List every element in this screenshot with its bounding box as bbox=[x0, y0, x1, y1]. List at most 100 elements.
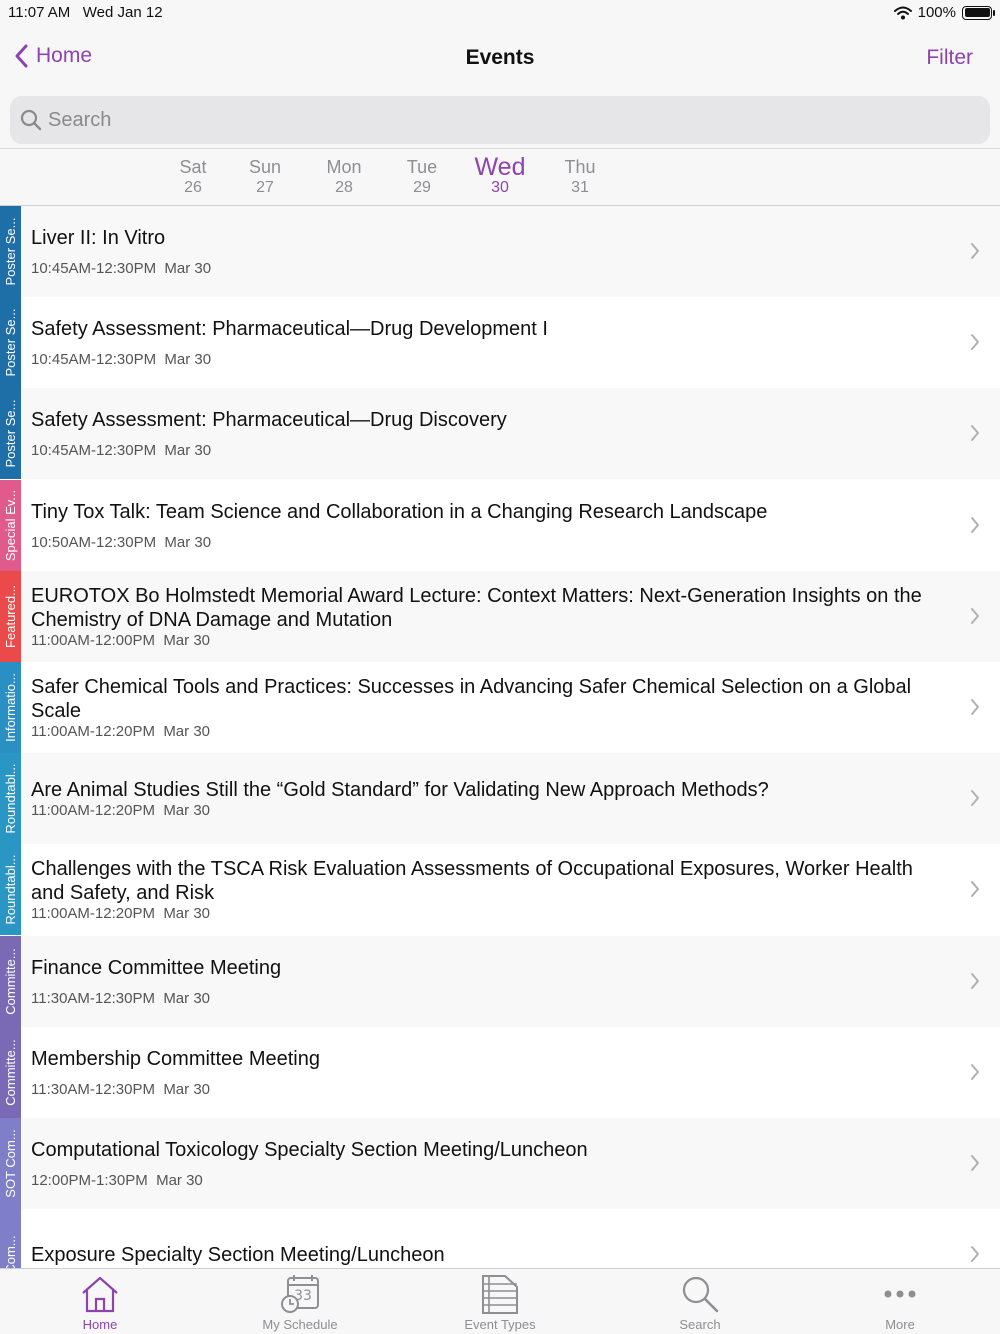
event-date: Mar 30 bbox=[163, 990, 210, 1007]
search-icon bbox=[682, 1276, 719, 1313]
search-field[interactable] bbox=[10, 96, 990, 144]
category-label: Com... bbox=[3, 1235, 18, 1268]
day-sat[interactable]: Sat 26 bbox=[158, 155, 228, 197]
event-time: 11:00AM-12:20PM bbox=[31, 802, 155, 819]
category-strip: Poster Se... bbox=[0, 297, 21, 388]
category-strip: Roundtabl... bbox=[0, 753, 21, 844]
tab-search[interactable]: Search bbox=[600, 1269, 800, 1334]
chevron-right-icon bbox=[971, 973, 979, 989]
category-strip: Informatio... bbox=[0, 662, 21, 753]
chevron-right-icon bbox=[971, 334, 979, 350]
event-time-date: 10:45AM-12:30PM Mar 30 bbox=[31, 442, 931, 459]
tab-event-types[interactable]: Event Types bbox=[400, 1269, 600, 1334]
tab-more[interactable]: More bbox=[800, 1269, 1000, 1334]
day-selector: Sat 26 Sun 27 Mon 28 Tue 29 Wed 30 Thu 31 bbox=[0, 148, 1000, 206]
status-time: 11:07 AM bbox=[8, 4, 71, 21]
tab-label: Event Types bbox=[464, 1317, 536, 1332]
event-time-date: 11:30AM-12:30PM Mar 30 bbox=[31, 1081, 931, 1098]
category-label: SOT Com... bbox=[3, 1129, 18, 1198]
day-number: 27 bbox=[256, 179, 274, 196]
chevron-right-icon bbox=[971, 243, 979, 259]
event-row[interactable]: Poster Se... Safety Assessment: Pharmaceu… bbox=[0, 297, 1000, 388]
category-label: Featured... bbox=[3, 585, 18, 648]
tab-my-schedule[interactable]: 33 My Schedule bbox=[200, 1269, 400, 1334]
event-row[interactable]: Featured... EUROTOX Bo Holmstedt Memorial… bbox=[0, 571, 1000, 662]
day-number: 29 bbox=[413, 179, 431, 196]
event-time: 11:00AM-12:00PM bbox=[31, 632, 155, 649]
day-sun[interactable]: Sun 27 bbox=[230, 155, 300, 197]
event-row[interactable]: Roundtabl... Are Animal Studies Still the… bbox=[0, 753, 1000, 844]
chevron-right-icon bbox=[971, 608, 979, 624]
battery-icon bbox=[962, 5, 995, 20]
event-content: Tiny Tox Talk: Team Science and Collabor… bbox=[31, 480, 931, 571]
chevron-right-icon bbox=[971, 517, 979, 533]
event-title: Tiny Tox Talk: Team Science and Collabor… bbox=[31, 501, 768, 523]
category-strip: Featured... bbox=[0, 571, 21, 662]
event-row[interactable]: SOT Com... Computational Toxicology Speci… bbox=[0, 1118, 1000, 1209]
event-content: Liver II: In Vitro 10:45AM-12:30PM Mar 30 bbox=[31, 206, 931, 297]
calendar-clock-icon: 33 bbox=[281, 1275, 319, 1313]
event-row[interactable]: Special Ev... Tiny Tox Talk: Team Science… bbox=[0, 480, 1000, 571]
event-content: Safer Chemical Tools and Practices: Succ… bbox=[31, 662, 931, 753]
event-time: 11:00AM-12:20PM bbox=[31, 723, 155, 740]
event-title: Challenges with the TSCA Risk Evaluation… bbox=[31, 858, 913, 904]
list-icon bbox=[482, 1275, 518, 1314]
event-row[interactable]: Informatio... Safer Chemical Tools and Pr… bbox=[0, 662, 1000, 753]
day-thu[interactable]: Thu 31 bbox=[545, 155, 615, 197]
event-time-date: 10:45AM-12:30PM Mar 30 bbox=[31, 351, 931, 368]
event-time: 10:45AM-12:30PM bbox=[31, 351, 157, 368]
event-time-date: 10:45AM-12:30PM Mar 30 bbox=[31, 260, 931, 277]
tab-label: Search bbox=[679, 1317, 721, 1332]
tab-bar: Home 33 My Schedule Event Types Search More bbox=[0, 1268, 1000, 1334]
category-label: Committe... bbox=[3, 948, 18, 1015]
home-icon bbox=[82, 1276, 118, 1313]
day-number: 30 bbox=[491, 179, 509, 196]
event-title: Computational Toxicology Specialty Secti… bbox=[31, 1139, 588, 1161]
event-time: 11:30AM-12:30PM bbox=[31, 990, 155, 1007]
event-row[interactable]: Poster Se... Liver II: In Vitro 10:45AM-12… bbox=[0, 206, 1000, 297]
category-strip: Special Ev... bbox=[0, 480, 21, 571]
day-name: Mon bbox=[326, 157, 362, 177]
event-date: Mar 30 bbox=[164, 442, 212, 459]
chevron-right-icon bbox=[971, 1064, 979, 1080]
chevron-right-icon bbox=[971, 425, 979, 441]
event-title: Are Animal Studies Still the “Gold Stand… bbox=[31, 779, 769, 801]
category-label: Informatio... bbox=[3, 673, 18, 742]
search-icon bbox=[20, 109, 42, 131]
event-row[interactable]: Roundtabl... Challenges with the TSCA Ris… bbox=[0, 844, 1000, 935]
event-content: Safety Assessment: Pharmaceutical—Drug D… bbox=[31, 297, 931, 388]
event-time-date: 11:00AM-12:20PM Mar 30 bbox=[31, 905, 931, 922]
event-row[interactable]: Committe... Finance Committee Meeting 11:3… bbox=[0, 936, 1000, 1027]
event-row[interactable]: Committe... Membership Committee Meeting 1… bbox=[0, 1027, 1000, 1118]
event-time-date: 10:50AM-12:30PM Mar 30 bbox=[31, 534, 931, 551]
category-strip: Poster Se... bbox=[0, 206, 21, 297]
event-list[interactable]: Poster Se... Liver II: In Vitro 10:45AM-12… bbox=[0, 206, 1000, 1268]
day-tue[interactable]: Tue 29 bbox=[387, 155, 457, 197]
tab-home[interactable]: Home bbox=[0, 1269, 200, 1334]
day-mon[interactable]: Mon 28 bbox=[309, 155, 379, 197]
day-wed[interactable]: Wed 30 bbox=[465, 155, 535, 197]
event-title: Safety Assessment: Pharmaceutical—Drug D… bbox=[31, 318, 548, 340]
search-input[interactable] bbox=[48, 108, 948, 132]
category-strip: Committe... bbox=[0, 1027, 21, 1118]
tab-label: Home bbox=[82, 1317, 118, 1332]
event-time: 11:00AM-12:20PM bbox=[31, 905, 155, 922]
chevron-right-icon bbox=[971, 1155, 979, 1171]
category-label: Committe... bbox=[3, 1039, 18, 1106]
event-date: Mar 30 bbox=[164, 534, 212, 551]
event-title: Membership Committee Meeting bbox=[31, 1048, 320, 1070]
event-time-date: 12:00PM-1:30PM Mar 30 bbox=[31, 1172, 931, 1189]
event-title: Finance Committee Meeting bbox=[31, 957, 282, 979]
event-date: Mar 30 bbox=[164, 351, 212, 368]
battery-percent: 100% bbox=[917, 4, 956, 21]
event-row[interactable]: Poster Se... Safety Assessment: Pharmaceu… bbox=[0, 388, 1000, 479]
event-date: Mar 30 bbox=[163, 723, 210, 740]
event-date: Mar 30 bbox=[156, 1172, 203, 1189]
chevron-right-icon bbox=[971, 699, 979, 715]
category-label: Roundtabl... bbox=[3, 763, 18, 834]
event-time: 10:50AM-12:30PM bbox=[31, 534, 157, 551]
day-name: Sat bbox=[179, 157, 207, 177]
event-content: Exposure Specialty Section Meeting/Lunch… bbox=[31, 1209, 931, 1268]
filter-button[interactable]: Filter bbox=[926, 46, 973, 70]
event-row[interactable]: Com... Exposure Specialty Section Meeting… bbox=[0, 1209, 1000, 1268]
